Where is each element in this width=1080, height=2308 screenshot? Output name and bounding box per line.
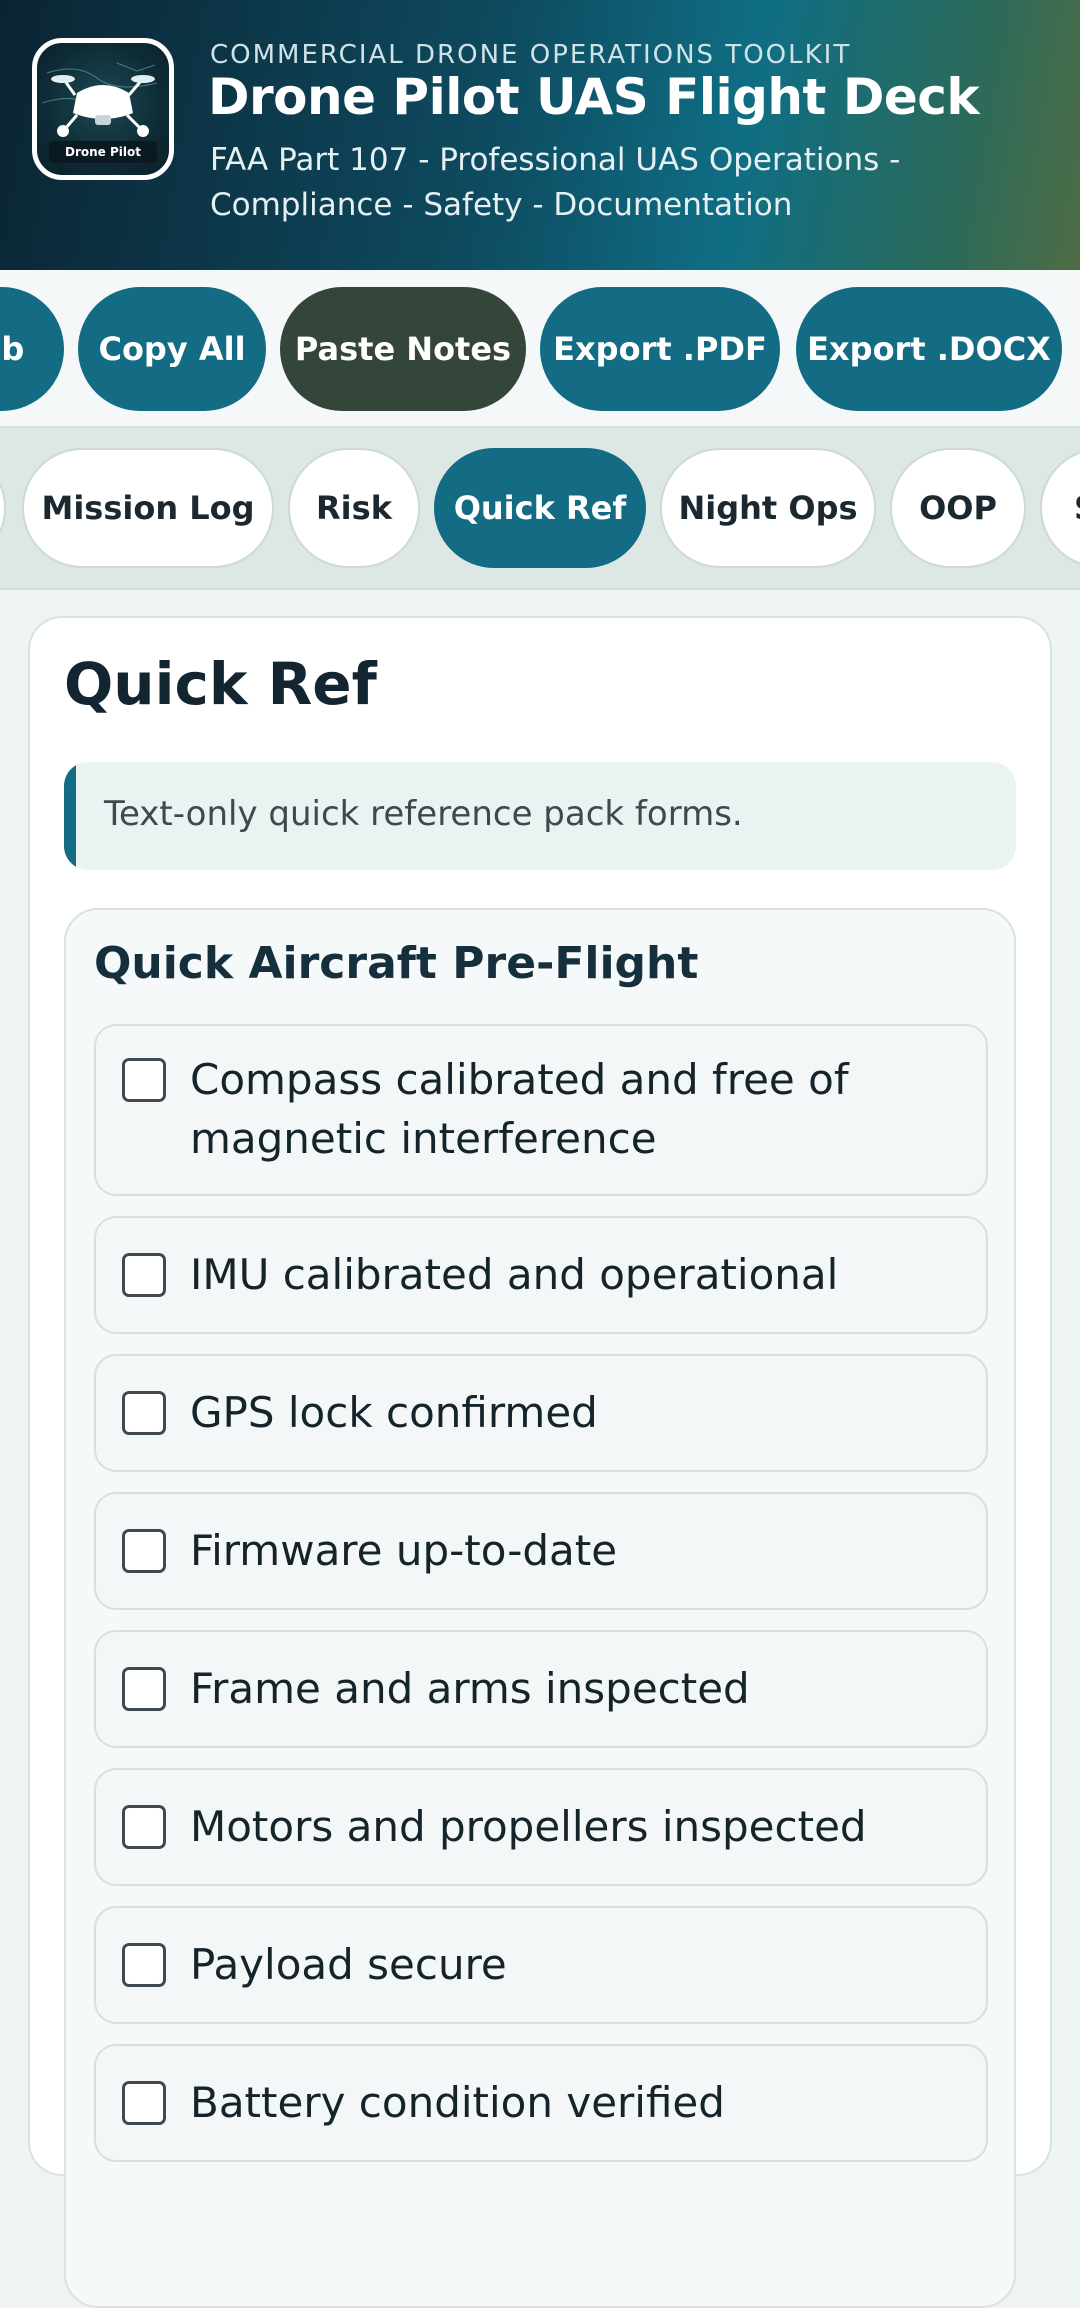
checkbox[interactable] xyxy=(122,1391,166,1435)
checkbox[interactable] xyxy=(122,2081,166,2125)
tab-oop[interactable]: OOP xyxy=(890,448,1026,568)
checklist-item-label: GPS lock confirmed xyxy=(190,1388,598,1437)
export-pdf-button[interactable]: Export .PDF xyxy=(540,287,780,411)
checklist-item-label: Compass calibrated and free of magnetic … xyxy=(190,1055,849,1163)
checklist-item[interactable]: Compass calibrated and free of magnetic … xyxy=(94,1024,988,1196)
tab-previous[interactable] xyxy=(0,448,6,568)
header-subtitle: FAA Part 107 - Professional UAS Operatio… xyxy=(210,142,901,223)
tab-mission-log[interactable]: Mission Log xyxy=(22,448,274,568)
paste-notes-button[interactable]: Paste Notes xyxy=(280,287,526,411)
checkbox[interactable] xyxy=(122,1943,166,1987)
app-title: Drone Pilot UAS Flight Deck xyxy=(208,68,980,126)
tab-bar: Mission Log Risk Quick Ref Night Ops OOP… xyxy=(0,428,1080,590)
section-title: Quick Aircraft Pre-Flight xyxy=(94,938,699,989)
checklist-item[interactable]: Firmware up-to-date xyxy=(94,1492,988,1610)
quick-ref-panel: Quick Ref Text-only quick reference pack… xyxy=(28,616,1052,2308)
tab-risk[interactable]: Risk xyxy=(288,448,420,568)
checklist-item[interactable]: GPS lock confirmed xyxy=(94,1354,988,1472)
checklist-item-label: Frame and arms inspected xyxy=(190,1664,750,1713)
checklist-item[interactable]: IMU calibrated and operational xyxy=(94,1216,988,1334)
checkbox[interactable] xyxy=(122,1667,166,1711)
checklist-item-label: IMU calibrated and operational xyxy=(190,1250,839,1299)
header-eyebrow: COMMERCIAL DRONE OPERATIONS TOOLKIT xyxy=(210,40,852,70)
note-accent-bar xyxy=(64,762,76,870)
note-text: Text-only quick reference pack forms. xyxy=(104,794,743,834)
page-title: Quick Ref xyxy=(64,650,377,718)
checklist-section: Quick Aircraft Pre-Flight Compass calibr… xyxy=(64,908,1016,2308)
app-header: Drone Pilot COMMERCIAL DRONE OPERATIONS … xyxy=(0,0,1080,270)
checklist-item-label: Motors and propellers inspected xyxy=(190,1802,867,1851)
info-note: Text-only quick reference pack forms. xyxy=(64,762,1016,870)
checkbox[interactable] xyxy=(122,1805,166,1849)
export-docx-button[interactable]: Export .DOCX xyxy=(796,287,1062,411)
tab-night-ops[interactable]: Night Ops xyxy=(660,448,876,568)
checklist-item[interactable]: Motors and propellers inspected xyxy=(94,1768,988,1886)
action-bar: ab Copy All Paste Notes Export .PDF Expo… xyxy=(0,270,1080,428)
copy-all-button[interactable]: Copy All xyxy=(78,287,266,411)
checklist-item[interactable]: Payload secure xyxy=(94,1906,988,2024)
checkbox[interactable] xyxy=(122,1253,166,1297)
checkbox[interactable] xyxy=(122,1529,166,1573)
tab-quick-ref[interactable]: Quick Ref xyxy=(434,448,646,568)
checklist-item-label: Battery condition verified xyxy=(190,2078,725,2127)
logo-text: Drone Pilot xyxy=(49,141,157,163)
tab-next[interactable]: S xyxy=(1040,448,1080,568)
checkbox[interactable] xyxy=(122,1058,166,1102)
checklist-item[interactable]: Battery condition verified xyxy=(94,2044,988,2162)
checklist-item-label: Firmware up-to-date xyxy=(190,1526,618,1575)
checklist-item-label: Payload secure xyxy=(190,1940,507,1989)
app-logo: Drone Pilot xyxy=(32,38,174,180)
checklist-item[interactable]: Frame and arms inspected xyxy=(94,1630,988,1748)
clear-tab-button[interactable]: ab xyxy=(0,287,64,411)
